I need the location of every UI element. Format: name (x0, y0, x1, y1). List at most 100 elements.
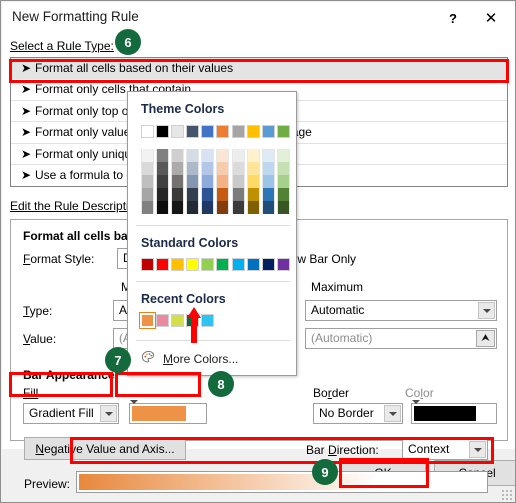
standard-color-swatch[interactable] (216, 258, 230, 271)
theme-color-swatch[interactable] (186, 162, 200, 175)
theme-color-swatch[interactable] (171, 125, 185, 138)
theme-color-swatch[interactable] (171, 149, 185, 162)
theme-color-swatch[interactable] (156, 149, 170, 162)
theme-color-swatch[interactable] (201, 125, 215, 138)
theme-color-swatch[interactable] (246, 201, 260, 214)
theme-color-variant-column[interactable] (156, 149, 170, 214)
theme-color-swatch[interactable] (231, 162, 245, 175)
theme-color-swatch[interactable] (216, 149, 230, 162)
theme-color-swatch[interactable] (156, 188, 170, 201)
theme-color-swatch[interactable] (231, 175, 245, 188)
theme-color-swatch[interactable] (186, 149, 200, 162)
bar-direction-dropdown[interactable]: Context (402, 439, 488, 460)
fill-color-dropdown[interactable] (129, 400, 207, 424)
theme-color-swatch[interactable] (216, 201, 230, 214)
theme-color-swatch[interactable] (276, 125, 290, 138)
theme-color-variant-column[interactable] (276, 149, 290, 214)
theme-colors-base-row[interactable] (141, 125, 290, 138)
theme-color-swatch[interactable] (261, 149, 275, 162)
range-select-icon[interactable]: ⮝ (476, 330, 495, 347)
recent-color-swatch[interactable] (171, 314, 185, 327)
theme-color-swatch[interactable] (216, 188, 230, 201)
theme-color-swatch[interactable] (141, 162, 154, 175)
theme-color-swatch[interactable] (141, 188, 154, 201)
theme-color-swatch[interactable] (201, 188, 215, 201)
theme-color-swatch[interactable] (201, 149, 215, 162)
theme-color-swatch[interactable] (276, 175, 290, 188)
theme-color-swatch[interactable] (246, 162, 260, 175)
value-maximum-input[interactable]: (Automatic) ⮝ (305, 328, 497, 349)
theme-color-swatch[interactable] (156, 175, 170, 188)
theme-color-swatch[interactable] (276, 201, 290, 214)
theme-color-swatch[interactable] (246, 125, 260, 138)
theme-color-swatch[interactable] (261, 201, 275, 214)
standard-color-swatch[interactable] (156, 258, 170, 271)
more-colors-item[interactable]: More Colors... (141, 350, 238, 368)
theme-color-swatch[interactable] (216, 175, 230, 188)
color-picker-panel[interactable]: Theme Colors Standard Colors Recent Colo… (127, 91, 297, 376)
theme-color-swatch[interactable] (231, 201, 245, 214)
standard-colors-row[interactable] (141, 258, 290, 271)
theme-color-variant-column[interactable] (201, 149, 215, 214)
fill-style-dropdown[interactable]: Gradient Fill (23, 403, 119, 424)
help-icon[interactable]: ? (438, 5, 468, 31)
theme-colors-variant-grid[interactable] (141, 149, 290, 214)
theme-color-swatch[interactable] (216, 162, 230, 175)
theme-color-variant-column[interactable] (261, 149, 275, 214)
theme-color-swatch[interactable] (156, 125, 170, 138)
theme-color-swatch[interactable] (171, 188, 185, 201)
theme-color-swatch[interactable] (246, 175, 260, 188)
theme-color-variant-column[interactable] (231, 149, 245, 214)
theme-color-swatch[interactable] (261, 175, 275, 188)
theme-color-swatch[interactable] (186, 175, 200, 188)
border-color-dropdown[interactable] (411, 400, 497, 424)
chevron-down-icon[interactable] (384, 405, 401, 422)
recent-colors-row[interactable] (139, 312, 215, 329)
theme-color-swatch[interactable] (156, 162, 170, 175)
standard-color-swatch[interactable] (171, 258, 185, 271)
chevron-down-icon[interactable] (478, 302, 495, 319)
theme-color-swatch[interactable] (186, 125, 200, 138)
negative-value-axis-button[interactable]: Negative Value and Axis... (24, 437, 186, 460)
theme-color-swatch[interactable] (186, 188, 200, 201)
theme-color-swatch[interactable] (276, 188, 290, 201)
resize-grip-icon[interactable] (501, 489, 513, 501)
theme-color-swatch[interactable] (156, 201, 170, 214)
close-icon[interactable]: ✕ (476, 5, 506, 31)
theme-color-swatch[interactable] (276, 149, 290, 162)
theme-color-swatch[interactable] (201, 175, 215, 188)
theme-color-variant-column[interactable] (246, 149, 260, 214)
standard-color-swatch[interactable] (261, 258, 275, 271)
theme-color-swatch[interactable] (186, 201, 200, 214)
chevron-down-icon[interactable] (469, 441, 486, 458)
recent-color-swatch[interactable] (201, 314, 215, 327)
theme-color-swatch[interactable] (231, 188, 245, 201)
theme-color-variant-column[interactable] (171, 149, 185, 214)
theme-color-swatch[interactable] (231, 149, 245, 162)
rule-type-item[interactable]: ➤ Format all cells based on their values (11, 58, 507, 80)
theme-color-swatch[interactable] (141, 175, 154, 188)
standard-color-swatch[interactable] (186, 258, 200, 271)
theme-color-swatch[interactable] (201, 162, 215, 175)
border-style-dropdown[interactable]: No Border (313, 403, 403, 424)
recent-color-swatch[interactable] (156, 314, 170, 327)
theme-color-swatch[interactable] (246, 188, 260, 201)
chevron-down-icon[interactable] (100, 405, 117, 422)
theme-color-swatch[interactable] (261, 125, 275, 138)
theme-color-variant-column[interactable] (141, 149, 154, 214)
theme-color-swatch[interactable] (141, 125, 154, 138)
theme-color-swatch[interactable] (276, 162, 290, 175)
theme-color-swatch[interactable] (171, 162, 185, 175)
theme-color-swatch[interactable] (171, 201, 185, 214)
theme-color-swatch[interactable] (246, 149, 260, 162)
theme-color-swatch[interactable] (231, 125, 245, 138)
recent-color-swatch[interactable] (139, 312, 156, 329)
standard-color-swatch[interactable] (201, 258, 215, 271)
theme-color-variant-column[interactable] (186, 149, 200, 214)
theme-color-swatch[interactable] (171, 175, 185, 188)
standard-color-swatch[interactable] (141, 258, 154, 271)
standard-color-swatch[interactable] (276, 258, 290, 271)
theme-color-swatch[interactable] (141, 201, 154, 214)
theme-color-swatch[interactable] (261, 188, 275, 201)
theme-color-swatch[interactable] (261, 162, 275, 175)
